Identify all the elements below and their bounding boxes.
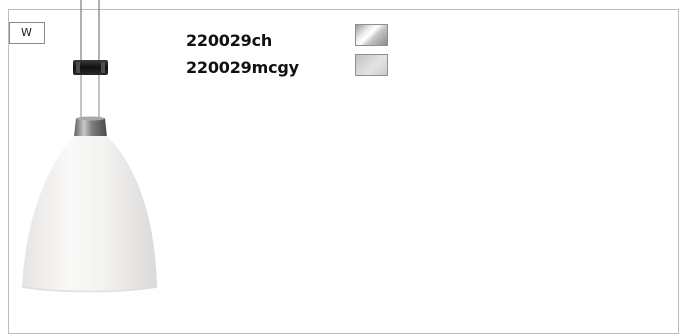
finish-swatch-chrome <box>355 24 388 46</box>
pendant-lamp-icon <box>21 0 158 293</box>
pendant-lamp-image <box>18 0 168 300</box>
product-code-list: 220029ch 220029mcgy <box>186 30 299 84</box>
category-tag: W <box>9 22 45 44</box>
finish-swatch-grey <box>355 54 388 76</box>
product-code-grey: 220029mcgy <box>186 58 299 77</box>
product-code-chrome: 220029ch <box>186 31 273 50</box>
